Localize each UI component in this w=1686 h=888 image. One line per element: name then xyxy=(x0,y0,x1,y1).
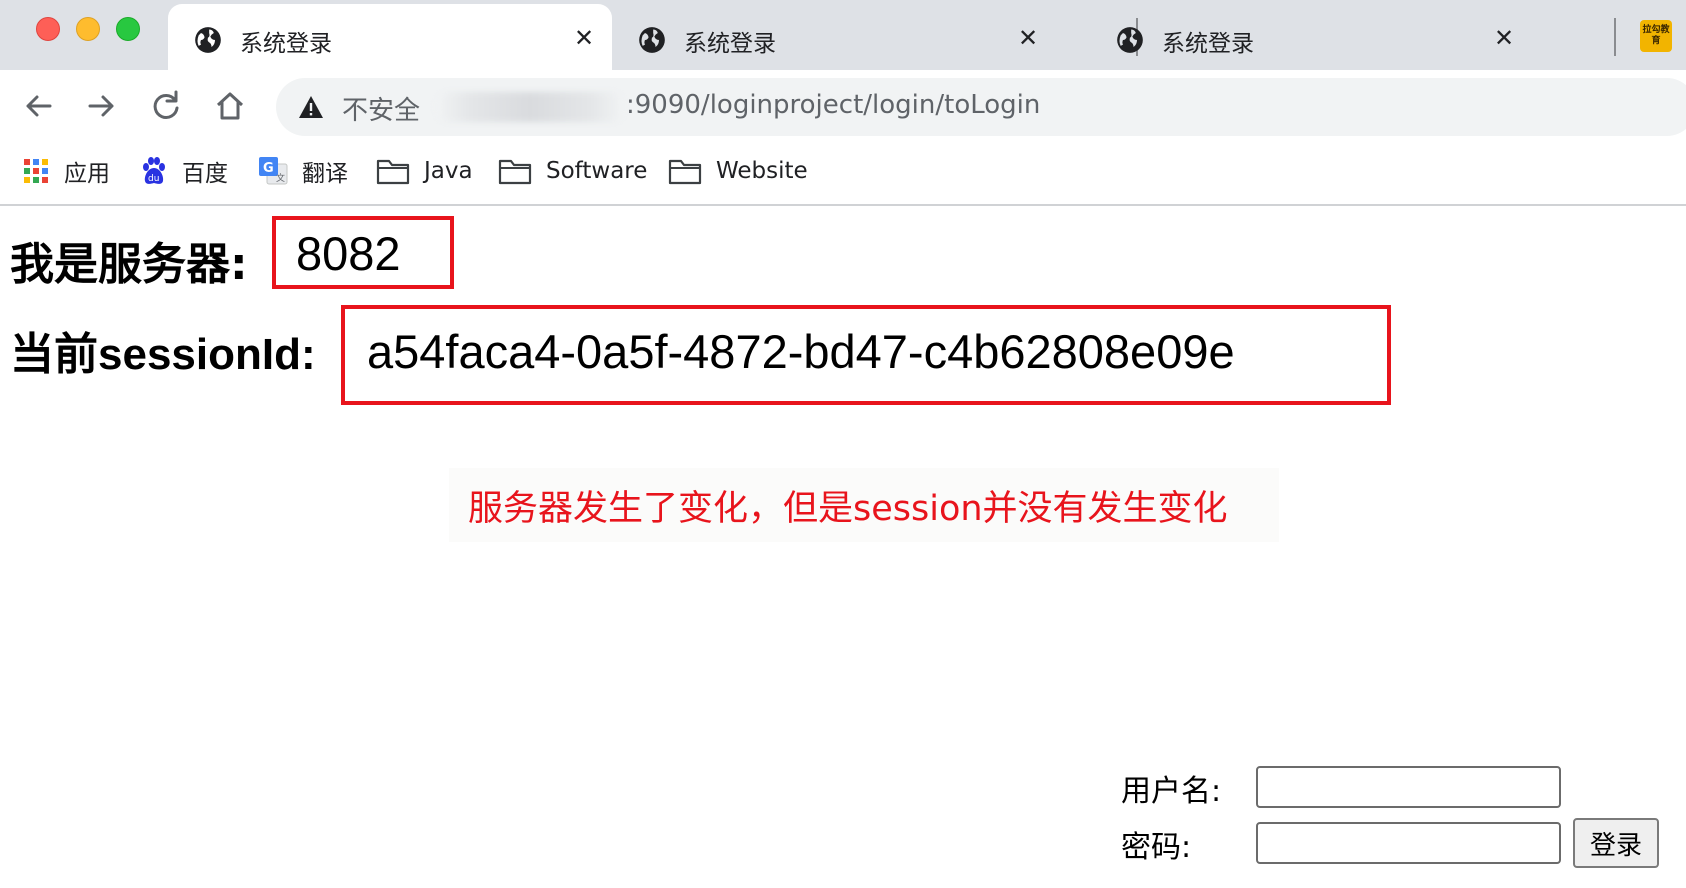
redacted-host xyxy=(436,92,624,122)
tab-strip: 系统登录 ✕ 系统登录 ✕ 系统登录 ✕ 拉勾教育 xyxy=(0,0,1686,70)
svg-text:G: G xyxy=(263,161,274,176)
svg-text:文: 文 xyxy=(276,172,285,184)
tab-separator xyxy=(1614,18,1616,56)
extension-icon[interactable]: 拉勾教育 xyxy=(1640,20,1672,52)
bookmark-folder-software[interactable]: Software xyxy=(498,154,647,188)
bookmarks-bar: 应用 du 百度 G 文 翻译 Java Software Website xyxy=(0,140,1686,206)
bookmark-label: 百度 xyxy=(182,161,228,187)
forward-arrow-icon[interactable] xyxy=(82,86,122,126)
username-label: 用户名: xyxy=(1121,774,1222,809)
address-bar[interactable]: 不安全 :9090/loginproject/login/toLogin xyxy=(276,78,1686,136)
annotation-note: 服务器发生了变化，但是session并没有发生变化 xyxy=(468,489,1228,529)
tab-close-icon[interactable]: ✕ xyxy=(574,24,594,52)
back-arrow-icon[interactable] xyxy=(18,86,58,126)
folder-icon xyxy=(668,159,702,185)
bookmark-apps[interactable]: 应用 xyxy=(22,154,110,188)
window-zoom-button[interactable] xyxy=(116,17,140,41)
window-minimize-button[interactable] xyxy=(76,17,100,41)
server-label: 我是服务器: xyxy=(10,239,248,290)
tab-close-icon[interactable]: ✕ xyxy=(1494,24,1514,52)
server-port-value: 8082 xyxy=(296,227,401,280)
baidu-paw-icon: du xyxy=(143,157,165,184)
tab-close-icon[interactable]: ✕ xyxy=(1018,24,1038,52)
url-text[interactable]: :9090/loginproject/login/toLogin xyxy=(626,90,1040,120)
bookmark-label: Software xyxy=(546,158,648,184)
svg-text:du: du xyxy=(148,174,159,184)
globe-icon xyxy=(1117,27,1143,53)
bookmark-label: Java xyxy=(424,158,473,184)
bookmark-folder-java[interactable]: Java xyxy=(376,154,473,188)
tab-title: 系统登录 xyxy=(684,31,776,57)
home-icon[interactable] xyxy=(210,86,250,126)
warning-icon[interactable] xyxy=(298,94,324,120)
folder-icon xyxy=(376,159,410,185)
password-input[interactable] xyxy=(1256,822,1561,864)
tab-2[interactable]: 系统登录 ✕ xyxy=(612,4,1056,70)
password-label: 密码: xyxy=(1121,830,1192,865)
tab-1[interactable]: 系统登录 ✕ xyxy=(168,4,612,70)
apps-grid-icon xyxy=(24,159,48,183)
globe-icon xyxy=(639,27,665,53)
globe-icon xyxy=(195,27,221,53)
bookmark-label: Website xyxy=(716,158,808,184)
tab-3[interactable]: 系统登录 ✕ xyxy=(1090,4,1534,70)
login-submit-button[interactable]: 登录 xyxy=(1573,818,1659,868)
session-label: 当前sessionId: xyxy=(10,330,316,379)
security-status[interactable]: 不安全 xyxy=(342,90,420,127)
browser-toolbar: 不安全 :9090/loginproject/login/toLogin xyxy=(0,70,1686,140)
folder-icon xyxy=(498,159,532,185)
bookmark-translate[interactable]: G 文 翻译 xyxy=(258,154,348,188)
google-translate-icon: G 文 xyxy=(259,157,288,185)
username-input[interactable] xyxy=(1256,766,1561,808)
reload-icon[interactable] xyxy=(146,86,186,126)
bookmark-baidu[interactable]: du 百度 xyxy=(140,154,228,188)
tab-title: 系统登录 xyxy=(1162,31,1254,57)
bookmark-label: 翻译 xyxy=(302,161,348,187)
page-content: 我是服务器: 8082 当前sessionId: a54faca4-0a5f-4… xyxy=(0,208,1686,888)
tab-title: 系统登录 xyxy=(240,31,332,57)
bookmark-label: 应用 xyxy=(64,161,110,187)
bookmark-folder-website[interactable]: Website xyxy=(668,154,808,188)
session-id-value: a54faca4-0a5f-4872-bd47-c4b62808e09e xyxy=(367,325,1235,378)
window-close-button[interactable] xyxy=(36,17,60,41)
